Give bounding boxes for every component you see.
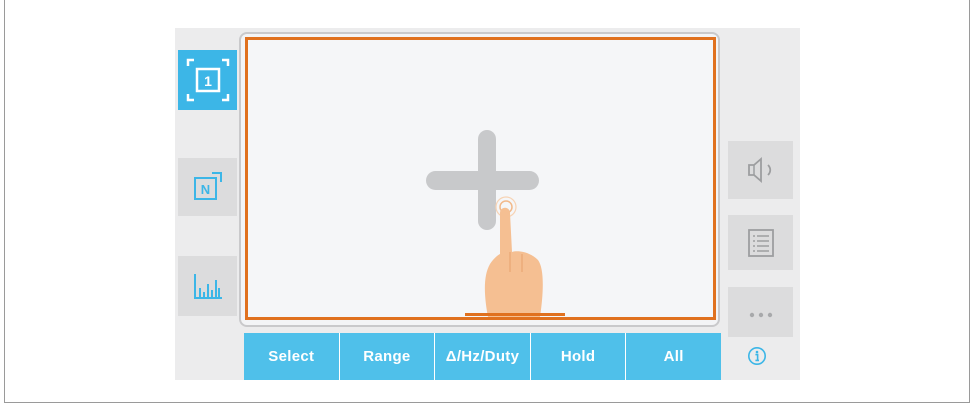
single-view-button[interactable]: 1 (178, 50, 237, 110)
single-view-icon: 1 (186, 58, 229, 102)
bottom-toolbar: Select Range Δ/Hz/Duty Hold All (244, 333, 721, 380)
multi-view-button[interactable]: N (178, 158, 237, 216)
info-button[interactable] (747, 346, 767, 366)
svg-text:1: 1 (204, 73, 212, 89)
speaker-icon (747, 157, 771, 183)
sound-button[interactable] (728, 141, 793, 199)
list-button[interactable] (728, 215, 793, 270)
add-window-canvas[interactable] (245, 37, 716, 320)
multi-view-icon: N (193, 172, 222, 200)
list-icon (747, 228, 774, 257)
bar-chart-icon (193, 274, 222, 299)
delta-hz-duty-button[interactable]: Δ/Hz/Duty (435, 333, 531, 380)
info-icon (748, 347, 766, 365)
chart-view-button[interactable] (178, 256, 237, 316)
more-icon (749, 312, 772, 318)
select-button[interactable]: Select (244, 333, 340, 380)
canvas-indicator (465, 313, 565, 316)
svg-text:N: N (200, 182, 209, 197)
more-button[interactable] (728, 287, 793, 337)
hold-button[interactable]: Hold (531, 333, 627, 380)
range-button[interactable]: Range (340, 333, 436, 380)
add-gesture-illustration (426, 130, 543, 317)
all-button[interactable]: All (626, 333, 721, 380)
